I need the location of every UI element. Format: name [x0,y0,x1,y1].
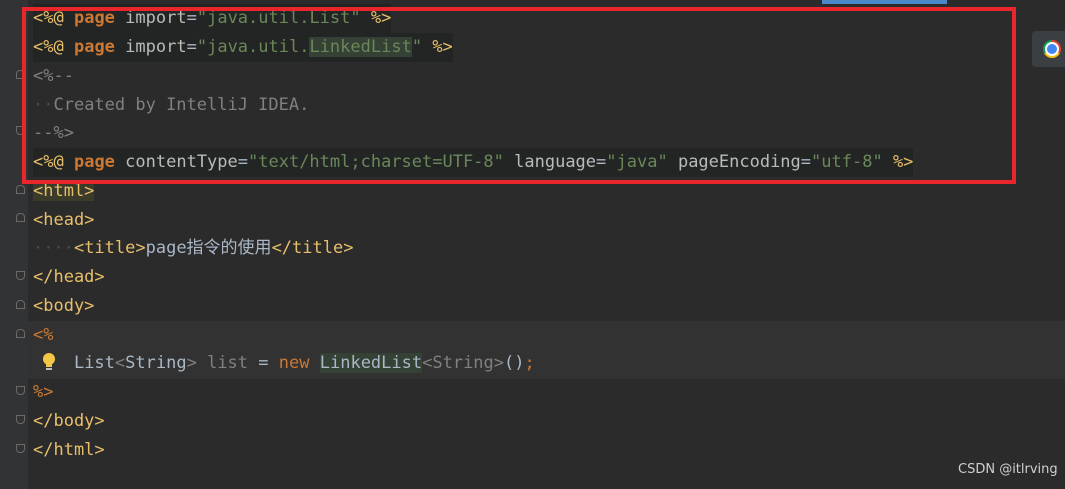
code-line-12[interactable]: <% [33,321,53,350]
code-line-13[interactable]: List<String> list = new LinkedList<Strin… [33,349,535,378]
fold-marker[interactable] [16,444,25,453]
chrome-icon [1043,40,1061,58]
code-line-16[interactable]: </html> [33,436,105,465]
fold-marker[interactable] [16,415,25,424]
generic-bracket: > [493,353,505,373]
html-tag-highlighted: <html> [33,181,95,201]
variable-name: list [207,353,249,373]
highlight-box [22,7,1016,184]
semicolon: ; [524,353,535,373]
code-line-10[interactable]: </head> [33,263,105,292]
fold-marker[interactable] [16,213,25,222]
code-line-9[interactable]: ····<title>page指令的使用</title> [33,234,353,263]
fold-marker[interactable] [16,185,25,194]
code-line-11[interactable]: <body> [33,292,94,321]
open-in-browser-button[interactable] [1032,31,1065,67]
type-name: String [432,353,494,373]
title-open-tag: <title> [73,238,146,258]
generic-bracket: < [422,353,433,373]
watermark: CSDN @itlrving [958,462,1058,477]
fold-marker[interactable] [16,271,25,280]
generic-bracket: > [186,353,197,373]
code-line-14[interactable]: %> [33,378,53,407]
new-keyword: new [278,353,310,373]
fold-marker[interactable] [16,300,25,309]
code-line-15[interactable]: </body> [33,407,105,436]
code-line-8[interactable]: <head> [33,206,94,235]
type-name: String [125,353,187,373]
active-tab-indicator [822,0,947,4]
code-editor[interactable]: <%@ page import="java.util.List" %> <%@ … [0,0,1065,489]
fold-marker[interactable] [16,329,25,338]
type-name-highlighted: LinkedList [319,353,423,373]
equals-sign: = [258,353,269,373]
generic-bracket: < [114,353,126,373]
title-text: page指令的使用 [145,238,272,258]
parentheses: () [504,353,525,373]
type-name: List [73,353,115,373]
fold-marker[interactable] [16,386,25,395]
title-close-tag: </title> [271,238,354,258]
